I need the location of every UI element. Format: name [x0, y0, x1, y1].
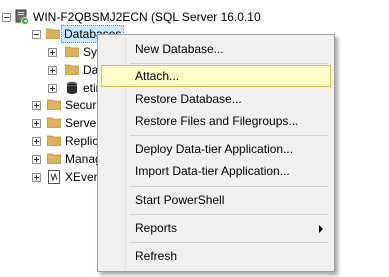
- collapse-server-toggle[interactable]: [2, 13, 11, 22]
- xevent-profiler-icon: [48, 170, 60, 184]
- menu-item-refresh[interactable]: Refresh: [101, 245, 331, 267]
- menu-item-label: Restore Database...: [135, 92, 242, 106]
- menu-separator: [130, 242, 328, 243]
- menu-item-deploy-dac[interactable]: Deploy Data-tier Application...: [101, 138, 331, 160]
- expand-toggle[interactable]: [48, 48, 57, 57]
- menu-item-start-powershell[interactable]: Start PowerShell: [101, 189, 331, 211]
- expand-toggle[interactable]: [32, 173, 41, 182]
- expand-toggle[interactable]: [48, 66, 57, 75]
- folder-icon: [47, 135, 61, 146]
- folder-icon: [46, 28, 60, 39]
- folder-icon: [65, 46, 79, 57]
- collapse-databases-toggle[interactable]: [32, 30, 41, 39]
- menu-item-label: Deploy Data-tier Application...: [135, 142, 294, 156]
- menu-item-restore-files[interactable]: Restore Files and Filegroups...: [101, 110, 331, 132]
- menu-item-import-dac[interactable]: Import Data-tier Application...: [101, 160, 331, 182]
- folder-icon: [65, 64, 79, 75]
- expand-toggle[interactable]: [32, 101, 41, 110]
- expand-toggle[interactable]: [32, 137, 41, 146]
- server-icon: [14, 9, 30, 25]
- context-menu: New Database... Attach... Restore Databa…: [97, 34, 335, 272]
- menu-item-label: Reports: [135, 221, 178, 235]
- folder-icon: [47, 117, 61, 128]
- database-icon: [66, 81, 78, 95]
- menu-separator: [130, 186, 328, 187]
- menu-item-new-database[interactable]: New Database...: [101, 38, 331, 60]
- menu-item-label: New Database...: [135, 42, 224, 56]
- menu-separator: [130, 63, 328, 64]
- expand-toggle[interactable]: [48, 84, 57, 93]
- folder-icon: [47, 153, 61, 164]
- menu-item-reports[interactable]: Reports: [101, 217, 331, 239]
- menu-item-label: Restore Files and Filegroups...: [135, 114, 299, 128]
- menu-item-restore-database[interactable]: Restore Database...: [101, 88, 331, 110]
- menu-separator: [130, 214, 328, 215]
- menu-item-label: Import Data-tier Application...: [135, 164, 290, 178]
- folder-icon: [47, 99, 61, 110]
- expand-toggle[interactable]: [32, 155, 41, 164]
- menu-item-label: Attach...: [135, 69, 180, 83]
- menu-separator: [130, 135, 328, 136]
- menu-item-label: Refresh: [135, 249, 178, 263]
- expand-toggle[interactable]: [32, 119, 41, 128]
- server-label: WIN-F2QBSMJ2ECN (SQL Server 16.0.10: [33, 10, 261, 24]
- tree-node-label: Server: [65, 116, 101, 130]
- menu-item-attach[interactable]: Attach...: [101, 65, 331, 87]
- submenu-arrow-icon: [319, 225, 323, 233]
- menu-item-label: Start PowerShell: [135, 193, 225, 207]
